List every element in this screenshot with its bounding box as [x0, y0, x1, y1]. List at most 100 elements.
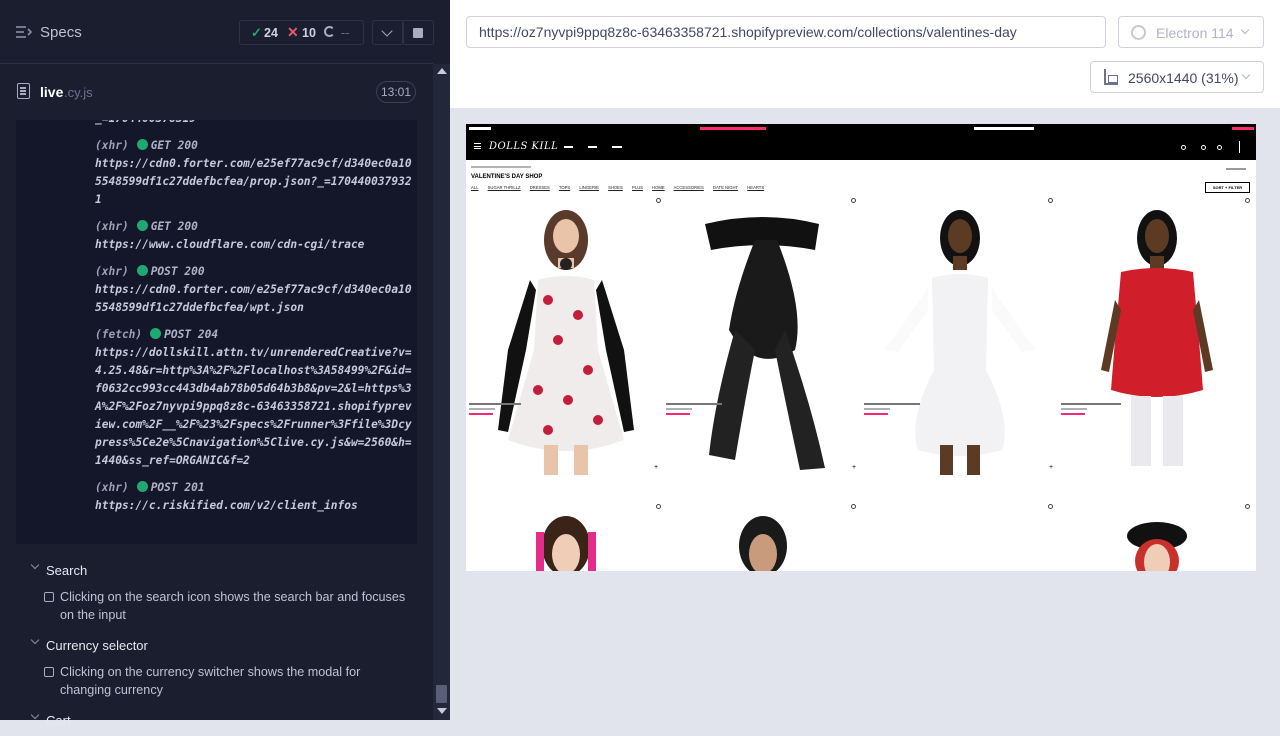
category-tab[interactable]: HOME [652, 185, 665, 190]
site-nav: DOLLS KILL [466, 135, 1256, 160]
checkmark-icon: ✓ [251, 25, 262, 40]
scroll-down-arrow-icon[interactable] [437, 708, 447, 714]
viewport-button[interactable]: 2560x1440 (31%) [1090, 61, 1264, 93]
category-tab[interactable]: HEARTS [747, 185, 764, 190]
currency-icon[interactable] [1181, 145, 1186, 150]
command-log[interactable]: _=1704400378319 (xhr)GET 200 https://cdn… [16, 120, 417, 544]
add-icon[interactable]: + [654, 464, 660, 471]
product-card[interactable]: + [654, 198, 862, 475]
category-tab[interactable]: LINGERIE [579, 185, 599, 190]
add-icon[interactable]: + [1049, 464, 1055, 471]
product-image[interactable] [862, 200, 1059, 475]
chevron-down-icon [30, 635, 40, 645]
spec-duration: 13:01 [376, 81, 416, 103]
site-preview[interactable]: DOLLS KILL VALENTINE'S DAY SHOP ALL SUGA… [466, 124, 1256, 571]
x-icon: ✕ [287, 24, 299, 40]
aut-panel: https://oz7nyvpi9ppq8z8c-63463358721.sho… [450, 0, 1280, 720]
category-tab[interactable]: DATE NIGHT [713, 185, 738, 190]
suite-currency-selector[interactable]: Currency selector [0, 631, 433, 661]
spec-file-name[interactable]: live [40, 84, 63, 100]
product-image[interactable] [468, 200, 665, 475]
log-entry[interactable]: (xhr) POST 201 https://c.riskified.com/v2… [95, 479, 417, 515]
collection-title[interactable]: VALENTINE'S DAY SHOP [471, 174, 542, 180]
specs-label[interactable]: Specs [40, 24, 82, 41]
stop-icon [413, 28, 423, 38]
product-card[interactable] [468, 504, 665, 571]
reporter-header: Specs ✓ 24 ✕ 10 -- [0, 0, 434, 64]
log-truncated-line: _=1704400378319 [95, 120, 417, 128]
chevron-down-icon [381, 25, 393, 37]
category-tab[interactable]: PLUS [632, 185, 643, 190]
reporter-panel: Specs ✓ 24 ✕ 10 -- live .cy.js 13:01 _=1… [0, 0, 450, 728]
document-icon [17, 83, 30, 99]
category-tab[interactable]: SUGAR THRILLZ [488, 185, 521, 190]
chevron-down-icon [30, 710, 40, 720]
heart-icon[interactable] [1048, 198, 1053, 203]
electron-icon [1131, 25, 1146, 40]
product-card[interactable] [1059, 504, 1256, 571]
items-count [1226, 168, 1246, 170]
product-image[interactable] [1059, 200, 1256, 475]
product-image[interactable] [1059, 506, 1256, 571]
product-card[interactable] [468, 198, 665, 475]
specs-list-icon[interactable] [16, 25, 32, 39]
product-card[interactable] [665, 504, 862, 571]
heart-icon[interactable] [656, 504, 661, 509]
nav-item[interactable] [564, 146, 573, 148]
cart-icon[interactable] [1239, 141, 1249, 153]
heart-icon[interactable] [1048, 504, 1053, 509]
chevron-down-icon [1241, 70, 1251, 80]
nav-item[interactable] [612, 146, 622, 148]
category-tab[interactable]: ACCESSORIES [674, 185, 704, 190]
test-item[interactable]: Clicking on the search icon shows the se… [0, 586, 433, 631]
add-icon[interactable]: + [852, 464, 858, 471]
site-logo[interactable]: DOLLS KILL [489, 141, 558, 152]
search-icon[interactable] [1217, 145, 1222, 150]
scrollbar-thumb[interactable] [436, 685, 447, 703]
heart-icon[interactable] [851, 198, 856, 203]
product-image[interactable] [665, 506, 862, 571]
promo-bar [466, 124, 1256, 135]
product-card[interactable]: + [1049, 198, 1256, 475]
product-image[interactable] [468, 506, 665, 571]
heart-icon[interactable] [851, 504, 856, 509]
pending-checkbox-icon [44, 592, 54, 602]
sort-filter-button[interactable]: SORT + FILTER [1205, 182, 1250, 193]
stop-button[interactable] [402, 20, 434, 45]
category-tab[interactable]: SHOES [608, 185, 623, 190]
failed-count: 10 [302, 26, 316, 40]
category-tab[interactable]: ALL [471, 185, 478, 190]
reporter-scrollbar[interactable] [433, 64, 450, 720]
status-dot-icon [136, 220, 148, 231]
log-entry[interactable]: (fetch) POST 204 https://dollskill.attn.t… [95, 326, 417, 470]
suite-cart[interactable]: Cart [0, 706, 433, 736]
product-image[interactable] [665, 200, 862, 475]
pending-count: -- [341, 26, 350, 40]
menu-icon[interactable] [474, 143, 481, 149]
status-dot-icon [136, 265, 148, 276]
product-card[interactable]: + [852, 198, 1059, 475]
url-bar[interactable]: https://oz7nyvpi9ppq8z8c-63463358721.sho… [466, 16, 1106, 48]
scroll-up-arrow-icon[interactable] [437, 68, 447, 74]
options-dropdown-button[interactable] [372, 20, 404, 45]
category-tabs: ALL SUGAR THRILLZ DRESSES TOPS LINGERIE … [471, 185, 772, 190]
category-tab[interactable]: TOPS [559, 185, 570, 190]
test-list: Search Clicking on the search icon shows… [0, 556, 433, 736]
heart-icon[interactable] [1201, 145, 1206, 150]
test-stats: ✓ 24 ✕ 10 -- [239, 20, 364, 45]
heart-icon[interactable] [656, 198, 661, 203]
browser-selector-button[interactable]: Electron 114 [1118, 16, 1264, 48]
heart-icon[interactable] [1245, 198, 1250, 203]
log-entry[interactable]: (xhr) GET 200 https://cdn0.forter.com/e25… [95, 137, 417, 209]
log-entry[interactable]: (xhr) POST 200 https://cdn0.forter.com/e2… [95, 263, 417, 317]
spec-file-ext: .cy.js [64, 85, 93, 100]
passed-count: 24 [264, 26, 278, 40]
log-entry[interactable]: (xhr) GET 200 https://www.cloudflare.com/… [95, 218, 417, 254]
product-card[interactable] [862, 504, 1059, 571]
test-item[interactable]: Clicking on the currency switcher shows … [0, 661, 433, 706]
category-tab[interactable]: DRESSES [530, 185, 550, 190]
heart-icon[interactable] [1245, 504, 1250, 509]
breadcrumb[interactable] [471, 166, 531, 168]
nav-item[interactable] [588, 146, 597, 148]
suite-search[interactable]: Search [0, 556, 433, 586]
